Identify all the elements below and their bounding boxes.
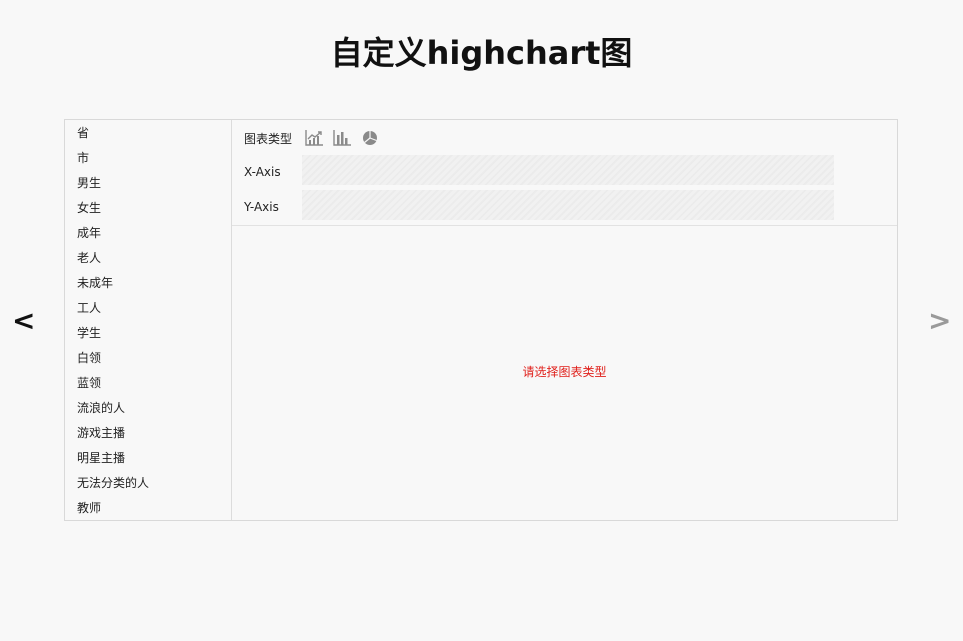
select-chart-type-message: 请选择图表类型 xyxy=(522,365,607,379)
line-chart-icon[interactable] xyxy=(304,129,324,147)
page: 自定义highchart图 < > 省 市 男生 女生 成年 老人 未成年 工人… xyxy=(0,0,963,641)
next-arrow-button[interactable]: > xyxy=(928,302,951,340)
page-title: 自定义highchart图 xyxy=(330,34,633,72)
sidebar-item-student[interactable]: 学生 xyxy=(65,321,231,346)
y-axis-drop-zone[interactable] xyxy=(302,190,834,220)
x-axis-label: X-Axis xyxy=(244,165,281,179)
sidebar-item-celebrity-streamer[interactable]: 明星主播 xyxy=(65,446,231,471)
chart-type-row: 图表类型 xyxy=(244,128,388,148)
chart-config-content: 图表类型 X-Axis Y-Axis 请选择图表类型 xyxy=(232,120,897,520)
y-axis-label: Y-Axis xyxy=(244,200,279,214)
sidebar-item-city[interactable]: 市 xyxy=(65,146,231,171)
sidebar-item-teacher[interactable]: 教师 xyxy=(65,496,231,521)
sidebar-item-adult[interactable]: 成年 xyxy=(65,221,231,246)
sidebar-item-province[interactable]: 省 xyxy=(65,121,231,146)
sidebar-item-elderly[interactable]: 老人 xyxy=(65,246,231,271)
bar-chart-icon[interactable] xyxy=(332,129,352,147)
pie-chart-icon[interactable] xyxy=(360,129,380,147)
chart-builder-panel: 省 市 男生 女生 成年 老人 未成年 工人 学生 白领 蓝领 流浪的人 游戏主… xyxy=(64,119,898,521)
chart-area: 请选择图表类型 xyxy=(232,226,897,520)
sidebar-item-male[interactable]: 男生 xyxy=(65,171,231,196)
chart-config-section: 图表类型 X-Axis Y-Axis xyxy=(232,120,897,226)
sidebar-item-minor[interactable]: 未成年 xyxy=(65,271,231,296)
sidebar-item-white-collar[interactable]: 白领 xyxy=(65,346,231,371)
sidebar-item-blue-collar[interactable]: 蓝领 xyxy=(65,371,231,396)
sidebar-item-homeless[interactable]: 流浪的人 xyxy=(65,396,231,421)
sidebar-item-unclassified[interactable]: 无法分类的人 xyxy=(65,471,231,496)
sidebar-item-female[interactable]: 女生 xyxy=(65,196,231,221)
sidebar-item-game-streamer[interactable]: 游戏主播 xyxy=(65,421,231,446)
x-axis-drop-zone[interactable] xyxy=(302,155,834,185)
dimension-list: 省 市 男生 女生 成年 老人 未成年 工人 学生 白领 蓝领 流浪的人 游戏主… xyxy=(65,120,232,520)
sidebar-item-worker[interactable]: 工人 xyxy=(65,296,231,321)
chart-type-label: 图表类型 xyxy=(244,131,293,146)
prev-arrow-button[interactable]: < xyxy=(12,302,35,340)
